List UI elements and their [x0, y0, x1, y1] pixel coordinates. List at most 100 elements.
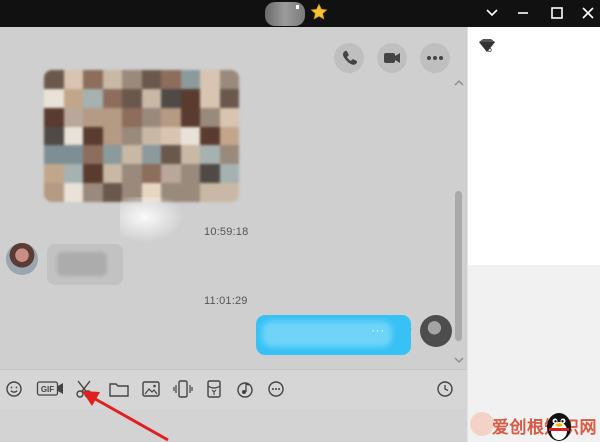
mosaic-tile	[200, 183, 220, 202]
scrollbar-thumb[interactable]	[455, 191, 462, 341]
scroll-down-arrow-icon[interactable]	[454, 356, 464, 364]
mosaic-tile	[180, 145, 200, 165]
mosaic-tile	[200, 70, 220, 89]
mosaic-tile	[102, 164, 122, 184]
contact-title-avatar[interactable]	[265, 2, 305, 26]
mosaic-tile	[63, 107, 83, 127]
mosaic-tile	[44, 164, 64, 184]
watermark: 爱创根知识网	[468, 408, 600, 442]
incoming-message-content	[57, 252, 107, 276]
red-arrow-annotation	[82, 391, 169, 442]
mosaic-tile	[83, 183, 103, 202]
mosaic-tile	[161, 107, 181, 127]
mosaic-tile	[180, 126, 200, 146]
mosaic-tile	[161, 88, 181, 108]
clock-icon[interactable]	[433, 378, 457, 400]
mosaic-tile	[102, 88, 122, 108]
mosaic-tile	[83, 70, 103, 89]
mosaic-tile	[200, 88, 220, 108]
mosaic-tile	[141, 126, 161, 146]
mosaic-tile	[161, 70, 181, 89]
mosaic-tile	[200, 164, 220, 184]
chevron-down-icon[interactable]	[482, 4, 502, 22]
mosaic-tile	[63, 183, 83, 202]
mosaic-tile	[141, 70, 161, 89]
mosaic-tile	[161, 164, 181, 184]
mosaic-tile	[219, 88, 239, 108]
mosaic-tile	[102, 126, 122, 146]
mosaic-tile	[219, 145, 239, 165]
mosaic-tile	[161, 145, 181, 165]
mosaic-tile	[122, 145, 142, 165]
phone-icon[interactable]	[334, 43, 364, 73]
incoming-message-bubble[interactable]	[47, 244, 123, 285]
mosaic-tile	[122, 88, 142, 108]
mosaic-tile	[102, 70, 122, 89]
mosaic-tile	[180, 70, 200, 89]
mosaic-tile	[63, 70, 83, 89]
mosaic-tile	[83, 107, 103, 127]
mosaic-tile	[122, 70, 142, 89]
title-bar	[0, 0, 600, 27]
side-panel: 6	[467, 27, 600, 442]
mosaic-tile	[200, 126, 220, 146]
mosaic-tile	[44, 70, 64, 89]
mosaic-tile	[141, 107, 161, 127]
maximize-icon[interactable]	[547, 4, 567, 22]
mosaic-tile	[200, 145, 220, 165]
mosaic-tile	[141, 164, 161, 184]
mosaic-tile	[44, 145, 64, 165]
mosaic-tile	[161, 126, 181, 146]
mosaic-tile	[219, 164, 239, 184]
image-glare	[120, 197, 190, 247]
mosaic-tile	[219, 70, 239, 89]
music-icon[interactable]	[233, 378, 257, 400]
mosaic-tile	[83, 126, 103, 146]
mosaic-tile	[180, 164, 200, 184]
mosaic-tile	[141, 145, 161, 165]
mosaic-tile	[44, 107, 64, 127]
video-icon[interactable]	[377, 43, 407, 73]
mosaic-tile	[63, 164, 83, 184]
mosaic-tile	[63, 145, 83, 165]
scroll-up-arrow-icon[interactable]	[454, 79, 464, 87]
mosaic-tile	[180, 107, 200, 127]
mosaic-tile	[180, 88, 200, 108]
mosaic-tile	[63, 126, 83, 146]
pixelated-image	[44, 70, 239, 202]
red-packet-icon[interactable]	[202, 378, 226, 400]
diamond-badge-count: 6	[487, 44, 493, 54]
mosaic-tile	[122, 126, 142, 146]
contact-avatar[interactable]	[6, 243, 38, 275]
mosaic-tile	[63, 88, 83, 108]
emoji-icon[interactable]	[2, 378, 26, 400]
minimize-icon[interactable]	[513, 4, 533, 22]
chat-scrollbar[interactable]	[454, 79, 464, 369]
mosaic-tile	[122, 164, 142, 184]
outgoing-bubble-tail	[404, 323, 412, 335]
mosaic-tile	[102, 145, 122, 165]
star-icon[interactable]	[310, 3, 328, 21]
more-icon[interactable]	[264, 378, 288, 400]
mosaic-tile	[44, 88, 64, 108]
title-indicator	[296, 5, 299, 9]
watermark-logo-icon	[470, 412, 494, 436]
more-icon[interactable]	[420, 43, 450, 73]
mosaic-tile	[200, 107, 220, 127]
mosaic-tile	[141, 88, 161, 108]
close-icon[interactable]	[578, 4, 598, 22]
outgoing-message-bubble[interactable]: ···	[256, 315, 411, 355]
mosaic-tile	[219, 107, 239, 127]
message-timestamp: 11:01:29	[204, 295, 248, 307]
chat-message-area[interactable]: 10:59:18 11:01:29 ···	[0, 27, 467, 369]
mosaic-tile	[83, 145, 103, 165]
image-message[interactable]	[44, 70, 239, 202]
mosaic-tile	[44, 126, 64, 146]
mosaic-tile	[83, 88, 103, 108]
self-avatar[interactable]	[420, 315, 452, 347]
gif-label: GIF	[41, 385, 54, 394]
mosaic-tile	[83, 164, 103, 184]
outgoing-message-trailing-text: ···	[371, 325, 385, 337]
mosaic-tile	[44, 183, 64, 202]
mosaic-tile	[122, 107, 142, 127]
